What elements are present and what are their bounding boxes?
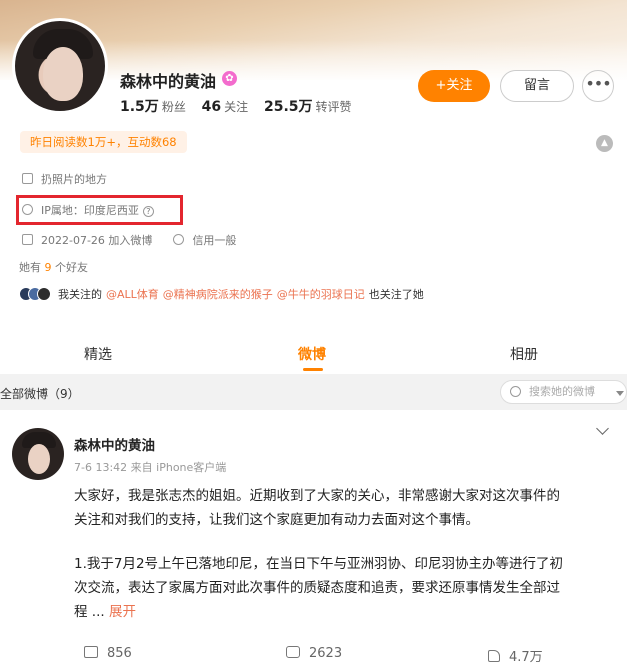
message-button[interactable]: 留言 — [500, 70, 574, 102]
dropdown-arrow-icon[interactable] — [616, 391, 624, 396]
repost-button[interactable]: 856 — [84, 646, 132, 661]
comment-icon — [286, 646, 300, 658]
like-icon — [488, 650, 500, 662]
description-icon — [22, 173, 33, 184]
post-text-line: 程 ... 展开 — [74, 604, 136, 620]
read-stats-badge: 昨日阅读数1万+，互动数68 — [20, 131, 187, 153]
tab-featured[interactable]: 精选 — [84, 344, 112, 364]
expand-link[interactable]: 展开 — [109, 604, 136, 620]
tab-weibo[interactable]: 微博 — [298, 344, 326, 364]
calendar-icon — [22, 234, 33, 245]
mutual-follows: 我关注的 @ALL体育 @精神病院派来的猴子 @牛牛的羽球日记 也关注了她 — [19, 286, 424, 302]
credit-level[interactable]: 信用一般 — [192, 234, 236, 247]
profile-avatar[interactable] — [12, 18, 108, 114]
post-text-line: 次交流，表达了家属方面对此次事件的质疑态度和追责，要求还原事情发生全部过 — [74, 580, 560, 596]
post-menu-chevron-icon[interactable] — [596, 422, 609, 435]
profile-tabs: 精选 微博 相册 — [0, 330, 627, 374]
profile-stats: 1.5万 粉丝 46 关注 25.5万 转评赞 — [120, 96, 352, 116]
stat-interactions: 25.5万 转评赞 — [263, 99, 352, 115]
stat-following[interactable]: 46 关注 — [202, 99, 249, 115]
like-button[interactable]: 4.7万 — [488, 646, 543, 665]
post-text-line: 关注和对我们的支持，让我们这个家庭更加有动力去面对这个事情。 — [74, 512, 479, 528]
tab-album[interactable]: 相册 — [510, 344, 538, 364]
credit-icon — [173, 234, 185, 245]
post-filter-bar: 全部微博（9） 搜索她的微博 — [0, 374, 627, 410]
stat-followers[interactable]: 1.5万 粉丝 — [120, 99, 186, 115]
join-date: 2022-07-26 加入微博 信用一般 — [22, 232, 236, 248]
ip-location: IP属地：印度尼西亚? — [22, 202, 154, 218]
search-icon — [510, 386, 521, 397]
friends-count[interactable]: 她有 9 个好友 — [19, 259, 88, 275]
collapse-chevron-icon[interactable]: ▲ — [596, 135, 613, 152]
mutual-user-link[interactable]: @ALL体育 — [106, 288, 159, 301]
post-meta: 7-6 13:42 来自 iPhone客户端 — [74, 461, 227, 474]
post-text-line: 1.我于7月2号上午已落地印尼，在当日下午与亚洲羽协、印尼羽协主办等进行了初 — [74, 556, 564, 572]
profile-name: 森林中的黄油 — [120, 72, 217, 91]
post-card: 森林中的黄油 7-6 13:42 来自 iPhone客户端 大家好，我是张志杰的… — [0, 410, 627, 671]
mutual-user-link[interactable]: @精神病院派来的猴子 — [163, 288, 273, 301]
more-options-button[interactable]: ••• — [582, 70, 614, 102]
comment-button[interactable]: 2623 — [286, 646, 342, 661]
all-posts-filter[interactable]: 全部微博（9） — [0, 385, 80, 402]
profile-description: 扔照片的地方 — [22, 171, 107, 187]
follow-button[interactable]: +关注 — [418, 70, 490, 102]
post-author-avatar[interactable] — [12, 428, 64, 480]
post-text-line: 大家好，我是张志杰的姐姐。近期收到了大家的关心，非常感谢大家对这次事件的 — [74, 488, 560, 504]
verified-badge-icon: ✿ — [222, 71, 237, 86]
location-icon — [22, 204, 33, 215]
mutual-user-link[interactable]: @牛牛的羽球日记 — [277, 288, 365, 301]
help-icon[interactable]: ? — [142, 206, 154, 217]
post-author-name[interactable]: 森林中的黄油 — [74, 434, 155, 454]
repost-icon — [84, 646, 98, 658]
active-tab-indicator — [303, 368, 323, 371]
mutual-avatar[interactable] — [37, 287, 51, 301]
